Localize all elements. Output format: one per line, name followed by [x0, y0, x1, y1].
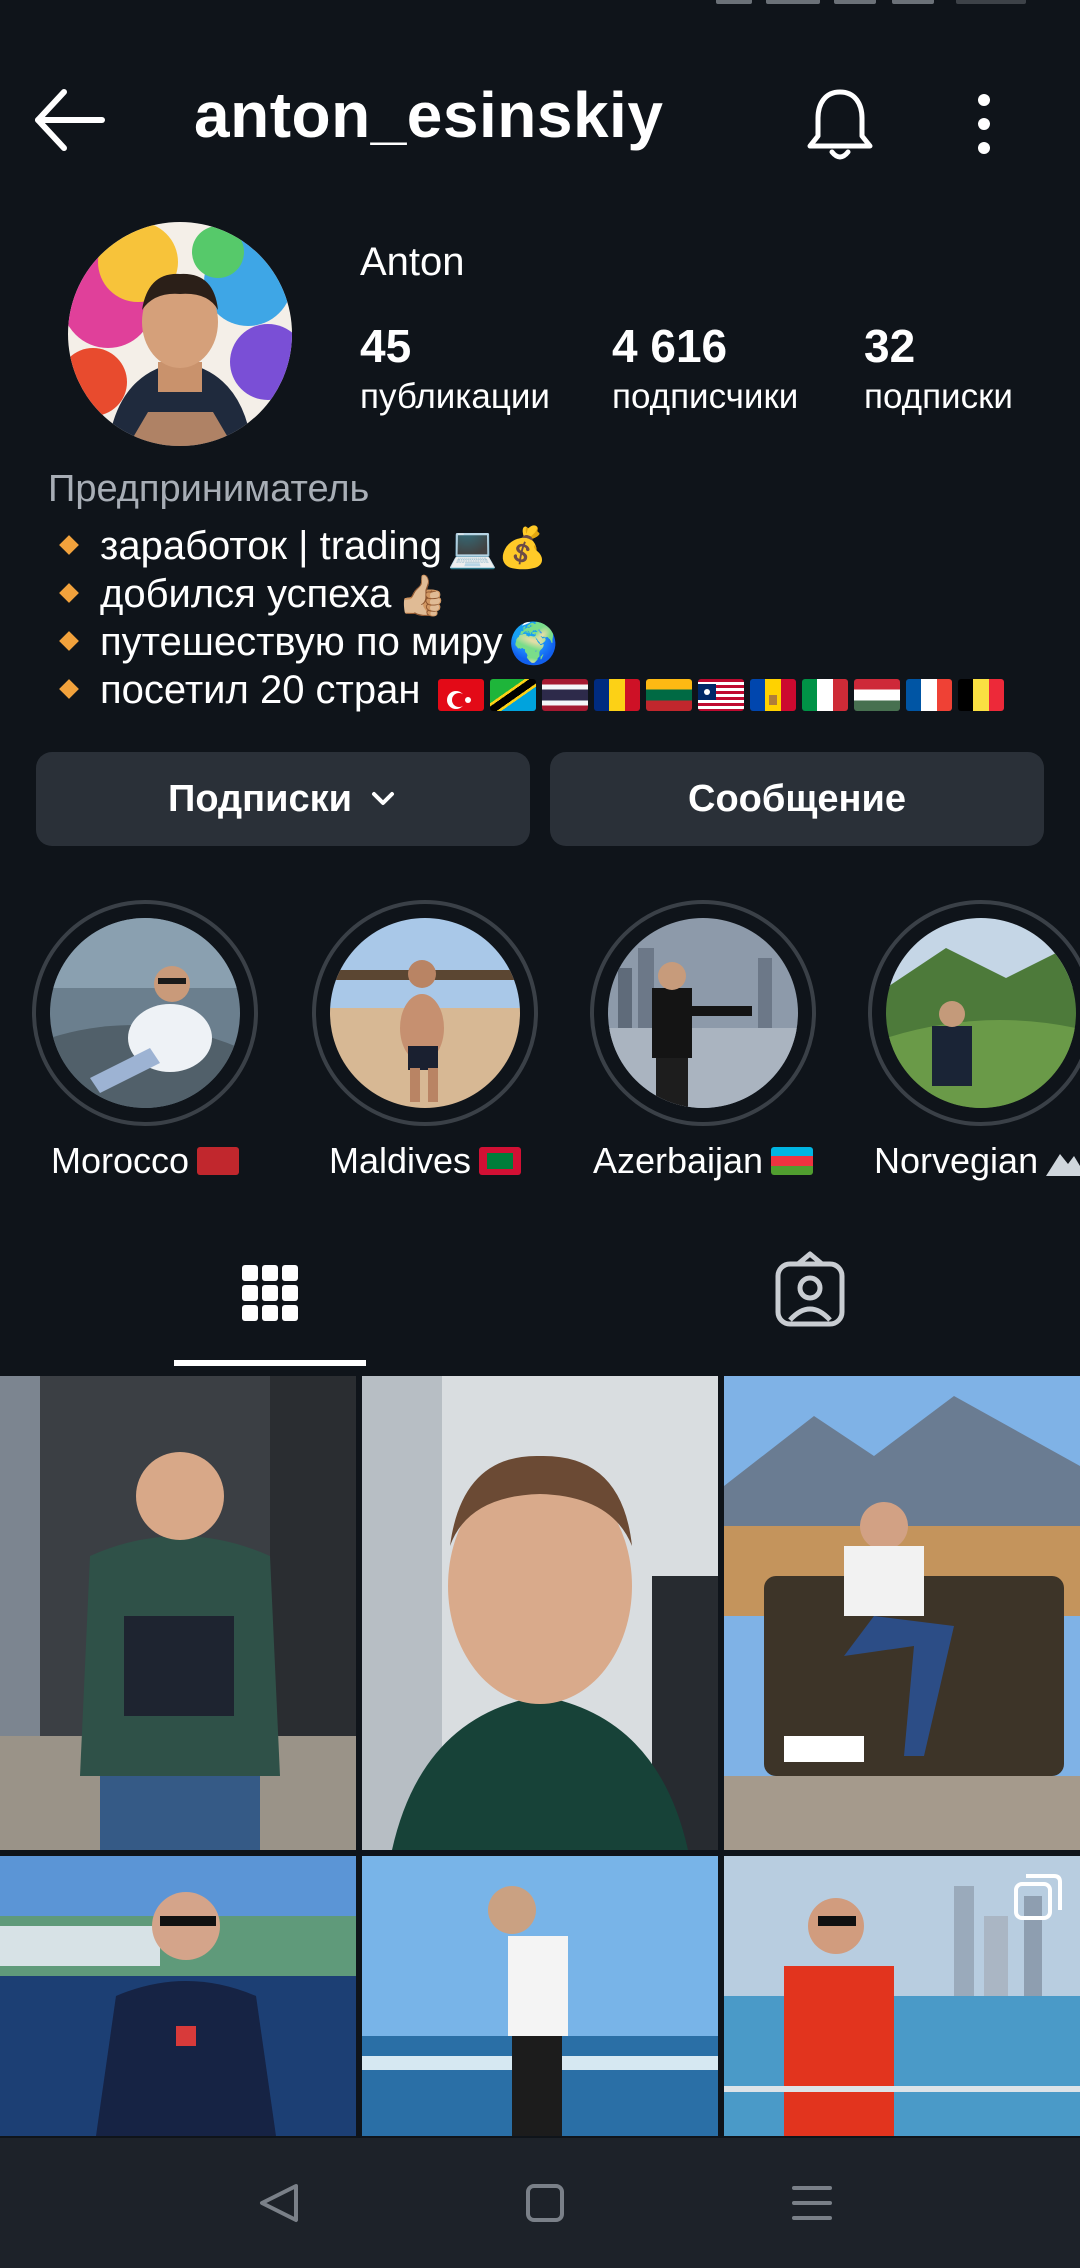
- flag-romania-icon: [593, 678, 640, 711]
- back-arrow-icon[interactable]: [30, 82, 110, 158]
- post-thumbnail[interactable]: [362, 1856, 718, 2136]
- flag-turkey-icon: [437, 678, 484, 711]
- highlight-label: Azerbaijan: [592, 1140, 764, 1181]
- profile-category: Предприниматель: [48, 468, 370, 510]
- post-thumbnail[interactable]: [724, 1856, 1080, 2136]
- highlight-ring: [32, 900, 258, 1126]
- post-thumbnail[interactable]: [0, 1856, 356, 2136]
- highlight-cover: [886, 918, 1076, 1108]
- bio-emoji: 👍🏼: [397, 574, 448, 619]
- mountain-icon: [1046, 1154, 1080, 1176]
- bio-emoji: 🌍: [508, 622, 559, 667]
- highlight-azerbaijan[interactable]: Azerbaijan: [588, 900, 818, 1182]
- bio-text: заработок | trading: [100, 524, 442, 568]
- country-flags: [437, 668, 1010, 716]
- system-navigation-bar: [0, 2138, 1080, 2268]
- posts-grid: [0, 1376, 1080, 2136]
- signal-icons: [716, 0, 1036, 6]
- flag-tanzania-icon: [489, 678, 536, 711]
- flag-liberia-icon: [697, 678, 744, 711]
- highlight-maldives[interactable]: Maldives: [310, 900, 540, 1182]
- bio-emoji: 💻💰: [447, 526, 548, 571]
- highlight-ring: [868, 900, 1080, 1126]
- profile-tabs: [0, 1240, 1080, 1370]
- highlight-morocco[interactable]: Morocco: [30, 900, 260, 1182]
- flag-italy-icon: [801, 678, 848, 711]
- highlight-caption: Morocco: [30, 1140, 260, 1182]
- post-thumbnail[interactable]: [0, 1376, 356, 1850]
- bio-line: посетил 20 стран: [56, 666, 1010, 716]
- profile-name: Anton: [360, 240, 465, 284]
- tab-tagged[interactable]: [714, 1240, 906, 1370]
- back-triangle-icon[interactable]: [250, 2178, 310, 2228]
- highlight-cover: [50, 918, 240, 1108]
- stat-followers[interactable]: 4 616 подписчики: [612, 316, 798, 422]
- bell-icon[interactable]: [800, 84, 880, 164]
- stat-following[interactable]: 32 подписки: [864, 316, 1013, 422]
- tagged-icon: [775, 1251, 845, 1327]
- bio-line: путешествую по миру 🌍: [56, 618, 558, 668]
- bullet-diamond-icon: [59, 583, 79, 604]
- bullet-diamond-icon: [59, 679, 79, 700]
- highlight-caption: Azerbaijan: [588, 1140, 818, 1182]
- active-tab-indicator: [174, 1360, 366, 1366]
- tab-grid[interactable]: [174, 1240, 366, 1370]
- post-thumbnail[interactable]: [724, 1376, 1080, 1850]
- flag-hungary-icon: [853, 678, 900, 711]
- highlight-label: Maldives: [328, 1140, 472, 1181]
- bullet-diamond-icon: [59, 535, 79, 556]
- chevron-down-icon: [371, 792, 394, 805]
- flag-morocco-icon: [197, 1147, 240, 1175]
- multiple-photos-icon: [1014, 1874, 1062, 1920]
- avatar[interactable]: [68, 222, 292, 446]
- stat-posts-value: 45: [360, 320, 412, 372]
- following-button-label: Подписки: [168, 777, 352, 820]
- highlight-cover: [330, 918, 520, 1108]
- flag-france-icon: [905, 678, 952, 711]
- more-vertical-icon[interactable]: [954, 84, 1014, 164]
- bio-line: заработок | trading 💻💰: [56, 522, 548, 572]
- stat-followers-value: 4 616: [612, 320, 728, 372]
- highlight-label: Norvegian: [874, 1140, 1039, 1181]
- highlight-caption: Maldives: [310, 1140, 540, 1182]
- bio-text: добился успеха: [100, 572, 392, 616]
- highlight-norvegian[interactable]: Norvegian: [866, 900, 1080, 1182]
- bio-text: путешествую по миру: [100, 620, 503, 664]
- profile-username: anton_esinskiy: [194, 79, 664, 151]
- highlight-ring: [590, 900, 816, 1126]
- highlight-cover: [608, 918, 798, 1108]
- bullet-diamond-icon: [59, 631, 79, 652]
- flag-moldova-icon: [749, 678, 796, 711]
- flag-lithuania-icon: [645, 678, 692, 711]
- stat-posts[interactable]: 45 публикации: [360, 316, 550, 422]
- stat-followers-label: подписчики: [612, 377, 799, 416]
- stat-following-label: подписки: [864, 377, 1013, 416]
- bio-line: добился успеха 👍🏼: [56, 570, 447, 620]
- flag-azerbaijan-icon: [771, 1147, 814, 1175]
- message-button-label: Сообщение: [688, 777, 906, 820]
- menu-lines-icon[interactable]: [782, 2178, 842, 2228]
- profile-header: anton_esinskiy: [0, 60, 1080, 180]
- highlight-label: Morocco: [50, 1140, 190, 1181]
- flag-belgium-icon: [957, 678, 1004, 711]
- home-square-icon[interactable]: [514, 2178, 574, 2228]
- following-dropdown-button[interactable]: Подписки: [36, 752, 530, 846]
- status-bar: [0, 0, 1080, 14]
- grid-icon: [242, 1265, 298, 1321]
- stat-posts-label: публикации: [360, 377, 550, 416]
- stat-following-value: 32: [864, 320, 916, 372]
- flag-maldives-icon: [479, 1147, 522, 1175]
- flag-thailand-icon: [541, 678, 588, 711]
- highlight-caption: Norvegian: [866, 1140, 1080, 1182]
- highlight-ring: [312, 900, 538, 1126]
- post-thumbnail[interactable]: [362, 1376, 718, 1850]
- message-button[interactable]: Сообщение: [550, 752, 1044, 846]
- bio-text: посетил 20 стран: [100, 668, 421, 712]
